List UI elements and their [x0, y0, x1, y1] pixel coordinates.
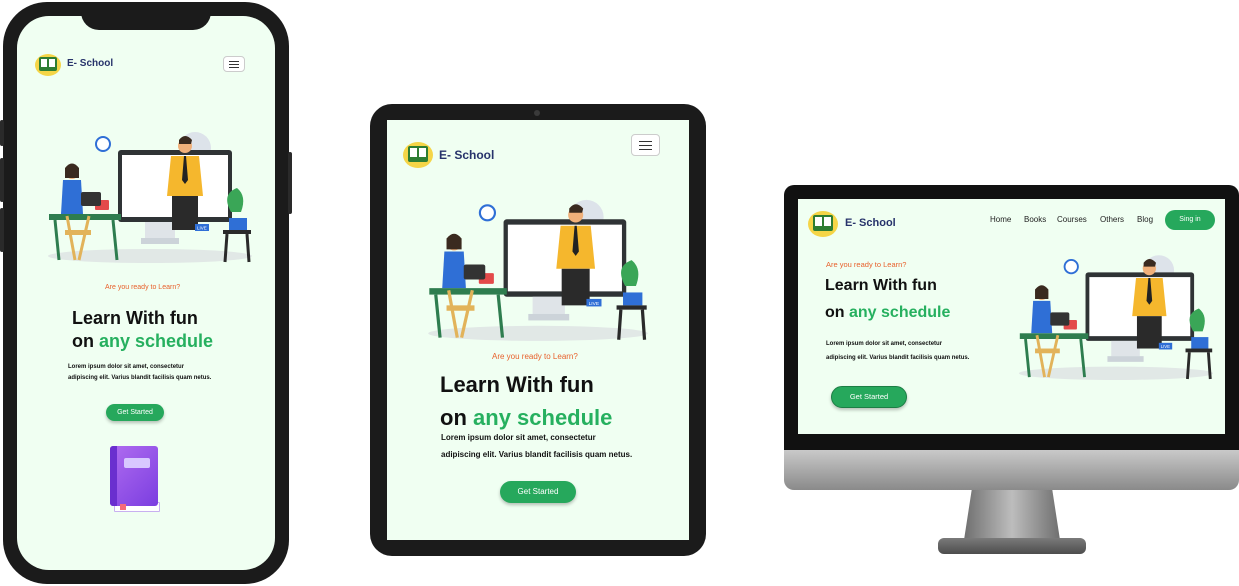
phone-power-button	[288, 152, 292, 214]
hero-description: Lorem ipsum dolor sit amet, consectetur …	[441, 430, 632, 464]
site-logo[interactable]: E- School	[403, 140, 523, 170]
brand-name: E- School	[845, 217, 896, 229]
headline-line-1: Learn With fun	[440, 372, 594, 397]
hero-tagline: Are you ready to Learn?	[826, 260, 907, 269]
description-line-1: Lorem ipsum dolor sit amet, consectetur	[68, 364, 185, 370]
hero-headline: Learn With fun on any schedule	[825, 272, 950, 326]
monitor-stand-neck	[964, 490, 1060, 540]
site-logo[interactable]: E- School	[35, 52, 125, 78]
phone-device: E- School LIVE Are you ready to Learn? L…	[0, 2, 292, 584]
nav-blog[interactable]: Blog	[1137, 215, 1153, 224]
hero-headline: Learn With fun on any schedule	[440, 368, 612, 434]
logo-book-icon	[403, 142, 433, 168]
hero-tagline: Are you ready to Learn?	[105, 284, 181, 291]
tablet-device: E- School LIVE Are you ready to Learn? L…	[370, 104, 706, 556]
live-badge-label: LIVE	[197, 226, 207, 231]
hero-headline: Learn With fun on any schedule	[72, 307, 213, 354]
phone-screen: E- School LIVE Are you ready to Learn? L…	[17, 16, 275, 570]
headline-prefix: on	[72, 331, 94, 352]
get-started-button[interactable]: Get Started	[831, 386, 907, 408]
hero-illustration: LIVE	[428, 199, 648, 341]
live-badge-label: LIVE	[589, 301, 600, 307]
monitor-device: E- School Home Books Courses Others Blog…	[784, 185, 1239, 450]
headline-accent: any schedule	[473, 405, 613, 430]
hero-description: Lorem ipsum dolor sit amet, consectetur …	[826, 338, 969, 366]
description-line-2: adipiscing elit. Varius blandit facilisi…	[826, 354, 970, 361]
monitor-screen: E- School Home Books Courses Others Blog…	[798, 199, 1225, 434]
get-started-button[interactable]: Get Started	[106, 404, 164, 421]
headline-accent: any schedule	[849, 304, 951, 322]
description-line-1: Lorem ipsum dolor sit amet, consectetur	[441, 433, 596, 442]
hero-illustration: LIVE	[1018, 255, 1214, 380]
brand-name: E- School	[67, 58, 114, 69]
hamburger-menu-button[interactable]	[631, 134, 660, 156]
headline-prefix: on	[440, 405, 467, 430]
phone-side-button	[0, 120, 4, 146]
headline-line-1: Learn With fun	[72, 308, 198, 328]
nav-others[interactable]: Others	[1100, 215, 1124, 224]
description-line-2: adipiscing elit. Varius blandit facilisi…	[441, 449, 633, 459]
headline-prefix: on	[825, 304, 845, 322]
get-started-button[interactable]: Get Started	[500, 481, 576, 503]
headline-line-1: Learn With fun	[825, 277, 937, 294]
monitor-chin	[784, 450, 1239, 490]
clock-icon	[95, 136, 111, 152]
headline-accent: any schedule	[99, 331, 214, 352]
tablet-screen: E- School LIVE Are you ready to Learn? L…	[387, 120, 689, 540]
tablet-camera	[534, 110, 540, 116]
monitor-stand-base	[938, 538, 1086, 554]
logo-book-icon	[808, 211, 838, 237]
hamburger-menu-button[interactable]	[223, 56, 245, 72]
headline-line-2: on any schedule	[825, 299, 950, 326]
hero-illustration: LIVE	[48, 132, 252, 263]
phone-volume-up	[0, 158, 4, 202]
nav-books[interactable]: Books	[1024, 215, 1046, 224]
logo-book-icon	[35, 54, 61, 76]
clock-icon	[1063, 259, 1079, 275]
hero-tagline: Are you ready to Learn?	[492, 352, 578, 361]
nav-courses[interactable]: Courses	[1057, 215, 1087, 224]
sign-in-button[interactable]: Sing in	[1165, 210, 1215, 230]
brand-name: E- School	[439, 148, 495, 162]
phone-notch	[81, 2, 211, 30]
site-logo[interactable]: E- School	[808, 209, 918, 239]
headline-line-2: on any schedule	[72, 330, 213, 353]
nav-home[interactable]: Home	[990, 215, 1011, 224]
description-line-1: Lorem ipsum dolor sit amet, consectetur	[826, 341, 943, 347]
phone-volume-down	[0, 208, 4, 252]
hero-description: Lorem ipsum dolor sit amet, consectetur …	[68, 362, 211, 385]
live-badge-label: LIVE	[1161, 344, 1170, 349]
description-line-2: adipiscing elit. Varius blandit facilisi…	[68, 375, 212, 382]
book-icon	[110, 446, 160, 512]
clock-icon	[478, 204, 497, 222]
